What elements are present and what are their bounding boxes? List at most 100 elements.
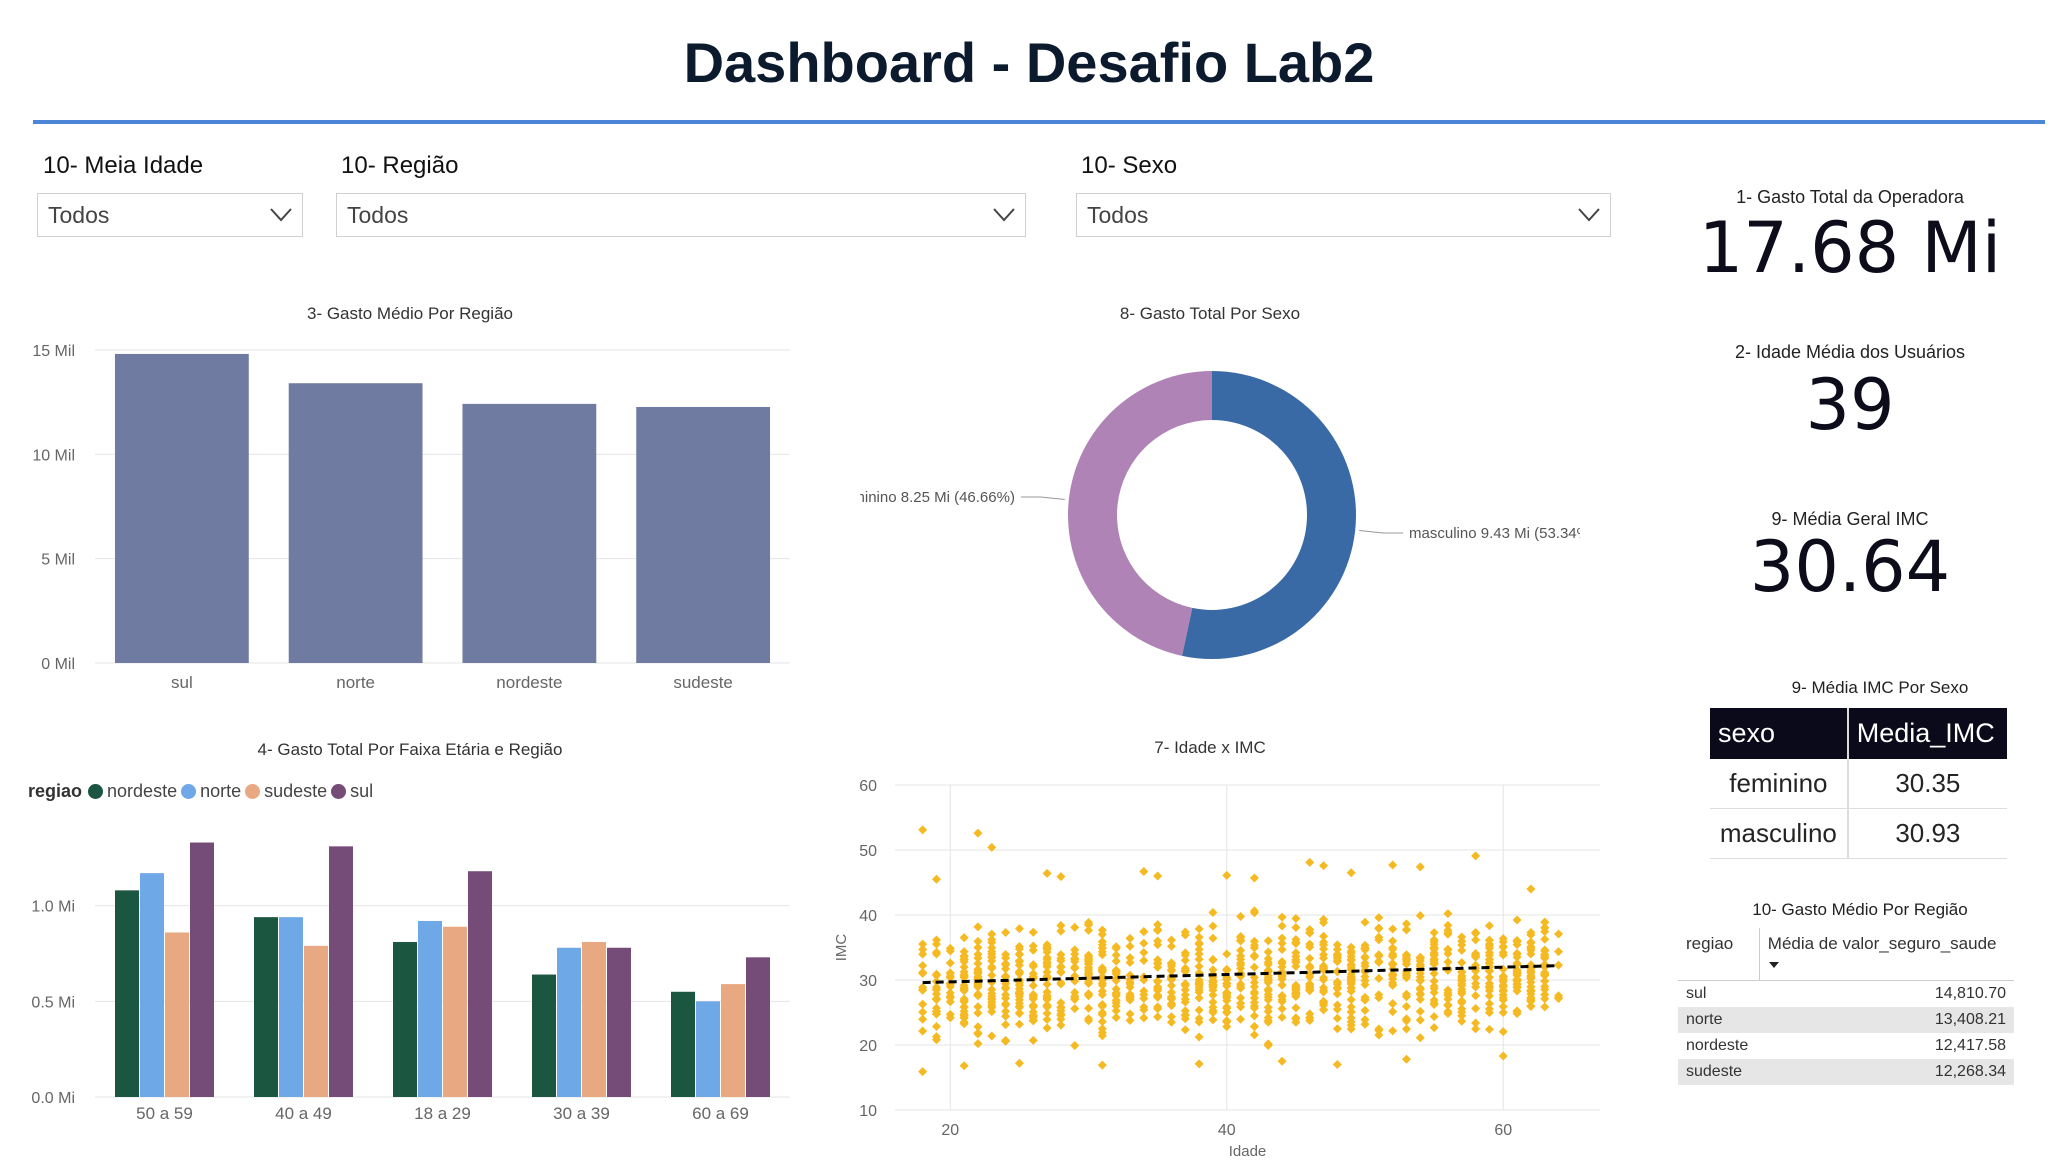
- scatter-point[interactable]: [1194, 924, 1204, 934]
- column-header-media-valor[interactable]: Média de valor_seguro_saude: [1759, 928, 2014, 981]
- scatter-point[interactable]: [1457, 958, 1467, 968]
- scatter-point[interactable]: [1111, 942, 1121, 952]
- scatter-point[interactable]: [931, 874, 941, 884]
- scatter-point[interactable]: [1014, 1019, 1024, 1029]
- scatter-point[interactable]: [1166, 993, 1176, 1003]
- scatter-point[interactable]: [1070, 963, 1080, 973]
- bar-nordeste-50-a-59[interactable]: [115, 890, 139, 1097]
- scatter-point[interactable]: [1208, 907, 1218, 917]
- scatter-point[interactable]: [1512, 915, 1522, 925]
- scatter-point[interactable]: [1042, 868, 1052, 878]
- scatter-point[interactable]: [1388, 999, 1398, 1009]
- scatter-point[interactable]: [1153, 1012, 1163, 1022]
- scatter-point[interactable]: [918, 961, 928, 971]
- scatter-point[interactable]: [1305, 962, 1315, 972]
- chart-gasto-faixa-etaria[interactable]: 0.0 Mi 0.5 Mi 1.0 Mi 50 a 59 40 a 49 18 a 29 3…: [20, 810, 800, 1140]
- scatter-point[interactable]: [1498, 1027, 1508, 1037]
- scatter-point[interactable]: [1001, 927, 1011, 937]
- scatter-point[interactable]: [1249, 1021, 1259, 1031]
- scatter-point[interactable]: [1484, 1024, 1494, 1034]
- scatter-point[interactable]: [1540, 934, 1550, 944]
- scatter-point[interactable]: [1194, 993, 1204, 1003]
- scatter-point[interactable]: [1554, 960, 1564, 970]
- scatter-point[interactable]: [1166, 935, 1176, 945]
- scatter-point[interactable]: [987, 929, 997, 939]
- scatter-point[interactable]: [1028, 927, 1038, 937]
- column-header-sexo[interactable]: sexo: [1710, 708, 1848, 759]
- scatter-point[interactable]: [1001, 959, 1011, 969]
- scatter-point[interactable]: [1374, 973, 1384, 983]
- scatter-point[interactable]: [918, 1067, 928, 1077]
- scatter-point[interactable]: [1042, 979, 1052, 989]
- scatter-point[interactable]: [1028, 1035, 1038, 1045]
- scatter-point[interactable]: [1084, 1003, 1094, 1013]
- scatter-point[interactable]: [1166, 981, 1176, 991]
- scatter-point[interactable]: [1028, 961, 1038, 971]
- scatter-point[interactable]: [1291, 923, 1301, 933]
- scatter-point[interactable]: [1125, 1009, 1135, 1019]
- scatter-point[interactable]: [987, 962, 997, 972]
- bar-nordeste-40-a-49[interactable]: [254, 917, 278, 1097]
- scatter-point[interactable]: [918, 825, 928, 835]
- scatter-point[interactable]: [1388, 924, 1398, 934]
- scatter-point[interactable]: [1208, 933, 1218, 943]
- bar-nordeste-30-a-39[interactable]: [532, 974, 556, 1097]
- scatter-point[interactable]: [1042, 1023, 1052, 1033]
- bar-sul-30-a-39[interactable]: [607, 947, 631, 1097]
- bar-nordeste-60-a-69[interactable]: [671, 991, 695, 1097]
- chart-gasto-sexo[interactable]: masculino 9.43 Mi (53.34%) feminino 8.25 …: [860, 330, 1580, 690]
- scatter-point[interactable]: [1360, 1005, 1370, 1015]
- scatter-point[interactable]: [1014, 1009, 1024, 1019]
- bar-sul-50-a-59[interactable]: [190, 842, 214, 1097]
- scatter-point[interactable]: [1056, 872, 1066, 882]
- scatter-point[interactable]: [987, 1031, 997, 1041]
- scatter-point[interactable]: [1484, 991, 1494, 1001]
- scatter-point[interactable]: [918, 1026, 928, 1036]
- scatter-point[interactable]: [931, 995, 941, 1005]
- scatter-point[interactable]: [1484, 921, 1494, 931]
- scatter-point[interactable]: [1401, 1024, 1411, 1034]
- scatter-point[interactable]: [1346, 995, 1356, 1005]
- scatter-point[interactable]: [1526, 884, 1536, 894]
- bar-nordeste[interactable]: [462, 403, 597, 663]
- scatter-point[interactable]: [1070, 1004, 1080, 1014]
- scatter-point[interactable]: [1153, 977, 1163, 987]
- scatter-point[interactable]: [1056, 1020, 1066, 1030]
- scatter-point[interactable]: [1070, 1040, 1080, 1050]
- scatter-point[interactable]: [1540, 976, 1550, 986]
- scatter-point[interactable]: [931, 969, 941, 979]
- scatter-point[interactable]: [918, 968, 928, 978]
- scatter-point[interactable]: [1139, 927, 1149, 937]
- scatter-point[interactable]: [1374, 950, 1384, 960]
- scatter-point[interactable]: [1208, 955, 1218, 965]
- scatter-point[interactable]: [1374, 1024, 1384, 1034]
- scatter-point[interactable]: [1180, 1025, 1190, 1035]
- scatter-point[interactable]: [1305, 953, 1315, 963]
- scatter-point[interactable]: [1194, 1005, 1204, 1015]
- scatter-point[interactable]: [973, 991, 983, 1001]
- bar-norte-18-a-29[interactable]: [418, 920, 442, 1097]
- scatter-point[interactable]: [945, 958, 955, 968]
- scatter-point[interactable]: [1194, 1059, 1204, 1069]
- scatter-point[interactable]: [1332, 940, 1342, 950]
- legend-item-sudeste[interactable]: sudeste: [245, 781, 327, 802]
- scatter-point[interactable]: [1277, 938, 1287, 948]
- scatter-point[interactable]: [1319, 861, 1329, 871]
- scatter-point[interactable]: [1346, 868, 1356, 878]
- bar-norte[interactable]: [288, 383, 423, 663]
- scatter-point[interactable]: [1139, 938, 1149, 948]
- scatter-point[interactable]: [1097, 1017, 1107, 1027]
- scatter-point[interactable]: [973, 828, 983, 838]
- scatter-point[interactable]: [1277, 921, 1287, 931]
- scatter-point[interactable]: [1401, 1001, 1411, 1011]
- legend-item-sul[interactable]: sul: [331, 781, 373, 802]
- scatter-point[interactable]: [1153, 871, 1163, 881]
- bar-sul-60-a-69[interactable]: [746, 957, 770, 1097]
- scatter-point[interactable]: [1236, 993, 1246, 1003]
- scatter-point[interactable]: [1194, 938, 1204, 948]
- bar-sul-40-a-49[interactable]: [329, 846, 353, 1097]
- legend-item-norte[interactable]: norte: [181, 781, 241, 802]
- scatter-point[interactable]: [1111, 1013, 1121, 1023]
- scatter-point[interactable]: [1194, 1032, 1204, 1042]
- scatter-point[interactable]: [1139, 956, 1149, 966]
